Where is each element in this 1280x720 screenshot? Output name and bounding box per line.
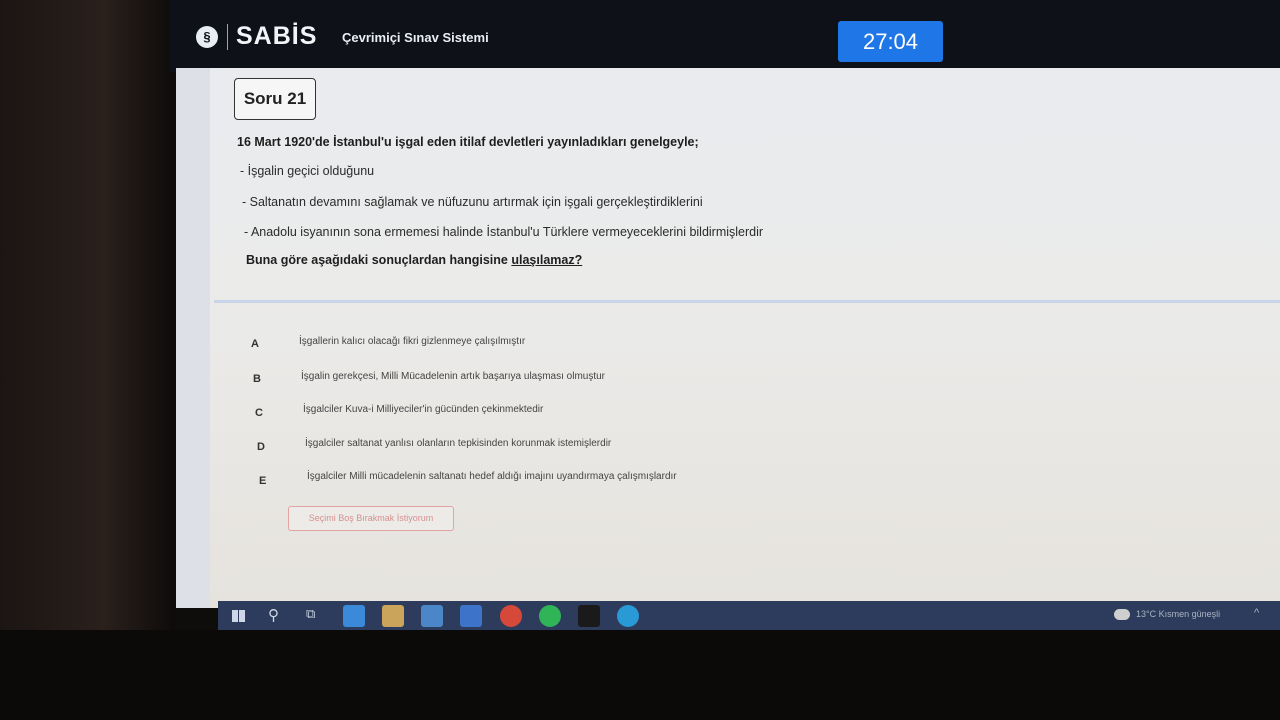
netflix-icon[interactable] <box>578 605 600 627</box>
option-letter: A <box>251 338 259 350</box>
question-prompt-text: Buna göre aşağıdaki sonuçlardan hangisin… <box>246 253 512 267</box>
section-separator <box>214 300 1280 303</box>
app-l-icon[interactable] <box>343 605 365 627</box>
sabis-logo-icon: § <box>196 26 218 48</box>
option-text: İşgalciler Kuva-i Milliyeciler'in gücünd… <box>303 404 544 415</box>
question-bullet-1: - İşgalin geçici olduğunu <box>240 164 375 178</box>
question-bullet-3: - Anadolu isyanının sona ermemesi halind… <box>244 225 764 239</box>
screen-bezel-bottom <box>0 630 1280 720</box>
screen-bezel-left <box>0 0 175 720</box>
option-text: İşgalciler saltanat yanlısı olanların te… <box>305 438 612 449</box>
windows-start-icon[interactable] <box>229 605 251 627</box>
option-letter: E <box>259 475 267 487</box>
option-letter: B <box>253 373 261 385</box>
question-prompt-underlined: ulaşılamaz? <box>511 253 583 267</box>
app-header: § SABİS Çevrimiçi Sınav Sistemi 27:04 <box>170 0 1280 72</box>
windows-taskbar: ⚲ ⧉ 13°C Kısmen güneşli ^ <box>218 601 1280 632</box>
task-view-icon[interactable]: ⧉ <box>306 606 315 622</box>
option-letter: C <box>255 407 263 419</box>
question-bullet-2: - Saltanatın devamını sağlamak ve nüfuzu… <box>242 195 703 209</box>
whatsapp-icon[interactable] <box>539 605 561 627</box>
option-letter: D <box>257 441 265 453</box>
edge-icon[interactable] <box>617 605 639 627</box>
question-panel: Soru 21 16 Mart 1920'de İstanbul'u işgal… <box>176 68 1280 608</box>
panel-left-edge <box>176 68 210 608</box>
chrome-icon[interactable] <box>500 605 522 627</box>
brand-name: SABİS <box>236 22 318 50</box>
mail-icon[interactable] <box>421 605 443 627</box>
question-number-badge: Soru 21 <box>234 78 316 120</box>
system-title: Çevrimiçi Sınav Sistemi <box>342 30 489 45</box>
search-icon[interactable]: ⚲ <box>268 606 279 624</box>
weather-cloud-icon <box>1114 609 1130 620</box>
option-text: İşgalin gerekçesi, Milli Mücadelenin art… <box>301 371 606 382</box>
weather-status[interactable]: 13°C Kısmen güneşli <box>1136 609 1220 619</box>
chevron-up-icon[interactable]: ^ <box>1254 607 1259 619</box>
question-intro: 16 Mart 1920'de İstanbul'u işgal eden it… <box>237 135 699 149</box>
option-text: İşgallerin kalıcı olacağı fikri gizlenme… <box>299 336 526 347</box>
app-arrow-icon[interactable] <box>460 605 482 627</box>
exam-timer: 27:04 <box>838 21 943 62</box>
question-prompt: Buna göre aşağıdaki sonuçlardan hangisin… <box>246 253 582 267</box>
file-explorer-icon[interactable] <box>382 605 404 627</box>
logo-divider <box>227 24 228 50</box>
option-text: İşgalciler Milli mücadelenin saltanatı h… <box>307 471 677 482</box>
leave-blank-button[interactable]: Seçimi Boş Bırakmak İstiyorum <box>288 506 454 531</box>
